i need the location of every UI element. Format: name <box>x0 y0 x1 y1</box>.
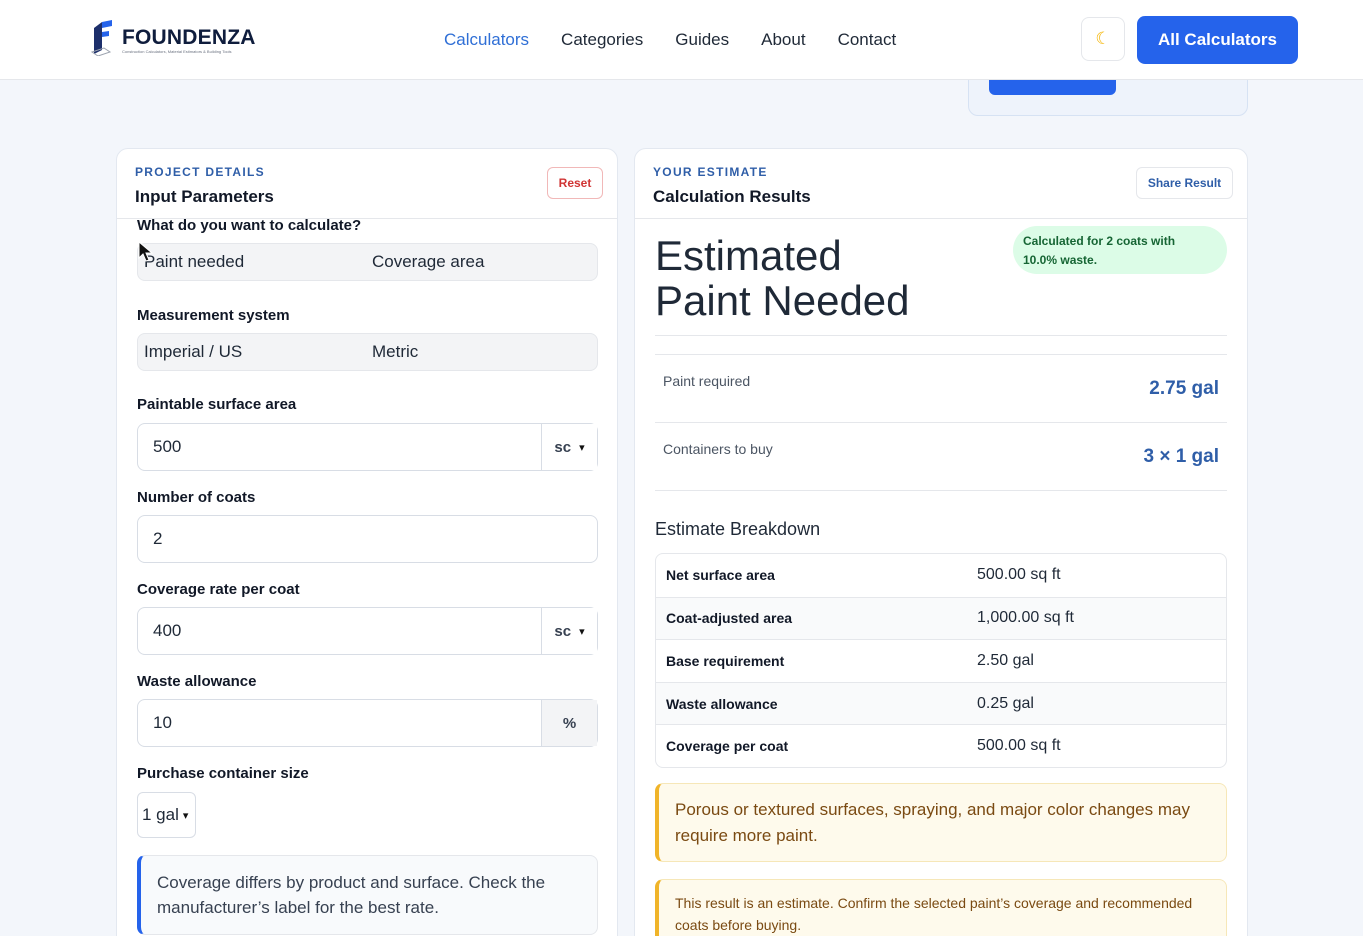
row-value: 500.00 sq ft <box>977 737 1061 755</box>
coats-field: 2 <box>137 515 598 563</box>
divider <box>655 354 1227 355</box>
divider <box>655 490 1227 491</box>
container-size-select[interactable]: 1 gal ▾ <box>137 792 196 838</box>
share-result-button[interactable]: Share Result <box>1136 167 1233 199</box>
logo-tagline: Construction Calculators, Material Estim… <box>122 49 232 54</box>
waste-label: Waste allowance <box>137 673 257 690</box>
result-heading: Estimated Paint Needed <box>655 233 910 323</box>
row-value: 500.00 sq ft <box>977 566 1061 584</box>
calc-type-label: What do you want to calculate? <box>137 217 362 234</box>
row-value: 1,000.00 sq ft <box>977 609 1074 627</box>
theme-toggle-button[interactable]: ☾ <box>1081 17 1125 61</box>
coverage-rate-input[interactable]: 400 <box>138 608 541 654</box>
chevron-down-icon: ▾ <box>579 625 585 638</box>
waste-input[interactable]: 10 <box>138 700 541 746</box>
moon-icon: ☾ <box>1095 29 1111 48</box>
option-coverage-area[interactable]: Coverage area <box>366 252 594 272</box>
nav-guides[interactable]: Guides <box>675 30 729 50</box>
calculation-results-panel: YOUR ESTIMATE Calculation Results Share … <box>634 148 1248 936</box>
table-row: Base requirement 2.50 gal <box>656 639 1226 682</box>
coverage-rate-field: 400 sc ▾ <box>137 607 598 655</box>
paint-required-label: Paint required <box>663 373 751 389</box>
divider <box>655 422 1227 423</box>
table-row: Net surface area 500.00 sq ft <box>656 554 1226 597</box>
surface-area-field: 500 sc ▾ <box>137 423 598 471</box>
containers-value: 3 × 1 gal <box>1143 446 1219 467</box>
estimate-disclaimer: This result is an estimate. Confirm the … <box>655 879 1227 936</box>
panel-header: PROJECT DETAILS Input Parameters Reset <box>117 149 617 219</box>
paint-required-value: 2.75 gal <box>1149 378 1219 399</box>
coats-label: Number of coats <box>137 489 256 506</box>
surface-unit-select[interactable]: sc ▾ <box>541 424 597 470</box>
main-nav: Calculators Categories Guides About Cont… <box>444 30 896 50</box>
coats-input[interactable]: 2 <box>138 516 597 562</box>
result-heading-line2: Paint Needed <box>655 277 910 324</box>
reset-button[interactable]: Reset <box>547 167 603 199</box>
calc-summary-badge: Calculated for 2 coats with 10.0% waste. <box>1013 226 1227 274</box>
row-key: Base requirement <box>666 652 785 669</box>
logo-mark-icon <box>90 20 112 56</box>
container-size-value: 1 gal <box>142 805 179 824</box>
row-key: Net surface area <box>666 567 775 584</box>
option-imperial[interactable]: Imperial / US <box>138 342 366 362</box>
breakdown-title: Estimate Breakdown <box>655 519 821 539</box>
containers-label: Containers to buy <box>663 441 773 457</box>
nav-contact[interactable]: Contact <box>838 30 897 50</box>
option-paint-needed[interactable]: Paint needed <box>138 252 366 272</box>
coverage-unit-value: sc <box>554 622 572 640</box>
coverage-rate-label: Coverage rate per coat <box>137 581 300 598</box>
container-size-label: Purchase container size <box>137 765 309 782</box>
coverage-note: Coverage differs by product and surface.… <box>137 855 598 935</box>
calc-type-toggle[interactable]: Paint needed Coverage area <box>137 243 598 281</box>
surface-area-input[interactable]: 500 <box>138 424 541 470</box>
surface-area-label: Paintable surface area <box>137 396 297 413</box>
percent-suffix: % <box>541 700 597 746</box>
table-row: Coat-adjusted area 1,000.00 sq ft <box>656 596 1226 640</box>
panel-eyebrow: YOUR ESTIMATE <box>653 165 768 179</box>
table-row: Waste allowance 0.25 gal <box>656 681 1226 725</box>
input-parameters-panel: PROJECT DETAILS Input Parameters Reset W… <box>116 148 618 936</box>
all-calculators-button[interactable]: All Calculators <box>1137 16 1298 64</box>
breakdown-table: Net surface area 500.00 sq ft Coat-adjus… <box>655 553 1227 768</box>
nav-categories[interactable]: Categories <box>561 30 643 50</box>
divider <box>655 335 1227 336</box>
row-key: Coat-adjusted area <box>666 610 793 627</box>
logo[interactable]: FOUNDENZA Construction Calculators, Mate… <box>90 20 256 56</box>
result-heading-line1: Estimated <box>655 232 842 279</box>
nav-about[interactable]: About <box>761 30 805 50</box>
option-metric[interactable]: Metric <box>366 342 594 362</box>
chevron-down-icon: ▾ <box>579 441 585 454</box>
measurement-toggle[interactable]: Imperial / US Metric <box>137 333 598 371</box>
waste-field: 10 % <box>137 699 598 747</box>
measurement-label: Measurement system <box>137 307 290 324</box>
logo-title: FOUNDENZA <box>122 26 256 49</box>
panel-title: Calculation Results <box>653 187 811 206</box>
panel-eyebrow: PROJECT DETAILS <box>135 165 265 179</box>
panel-title: Input Parameters <box>135 187 274 206</box>
chevron-down-icon: ▾ <box>182 809 189 822</box>
surface-unit-value: sc <box>554 438 572 456</box>
table-row: Coverage per coat 500.00 sq ft <box>656 724 1226 767</box>
coverage-unit-select[interactable]: sc ▾ <box>541 608 597 654</box>
site-header: FOUNDENZA Construction Calculators, Mate… <box>0 0 1363 80</box>
surface-warning: Porous or textured surfaces, spraying, a… <box>655 783 1227 862</box>
badge-line1: Calculated for 2 coats with <box>1023 234 1176 248</box>
row-key: Coverage per coat <box>666 738 789 755</box>
badge-line2: 10.0% waste. <box>1023 253 1098 267</box>
mouse-cursor-icon <box>138 241 154 262</box>
row-value: 2.50 gal <box>977 651 1034 669</box>
row-key: Waste allowance <box>666 695 778 712</box>
panel-header: YOUR ESTIMATE Calculation Results Share … <box>635 149 1247 219</box>
nav-calculators[interactable]: Calculators <box>444 30 529 50</box>
row-value: 0.25 gal <box>977 694 1034 712</box>
